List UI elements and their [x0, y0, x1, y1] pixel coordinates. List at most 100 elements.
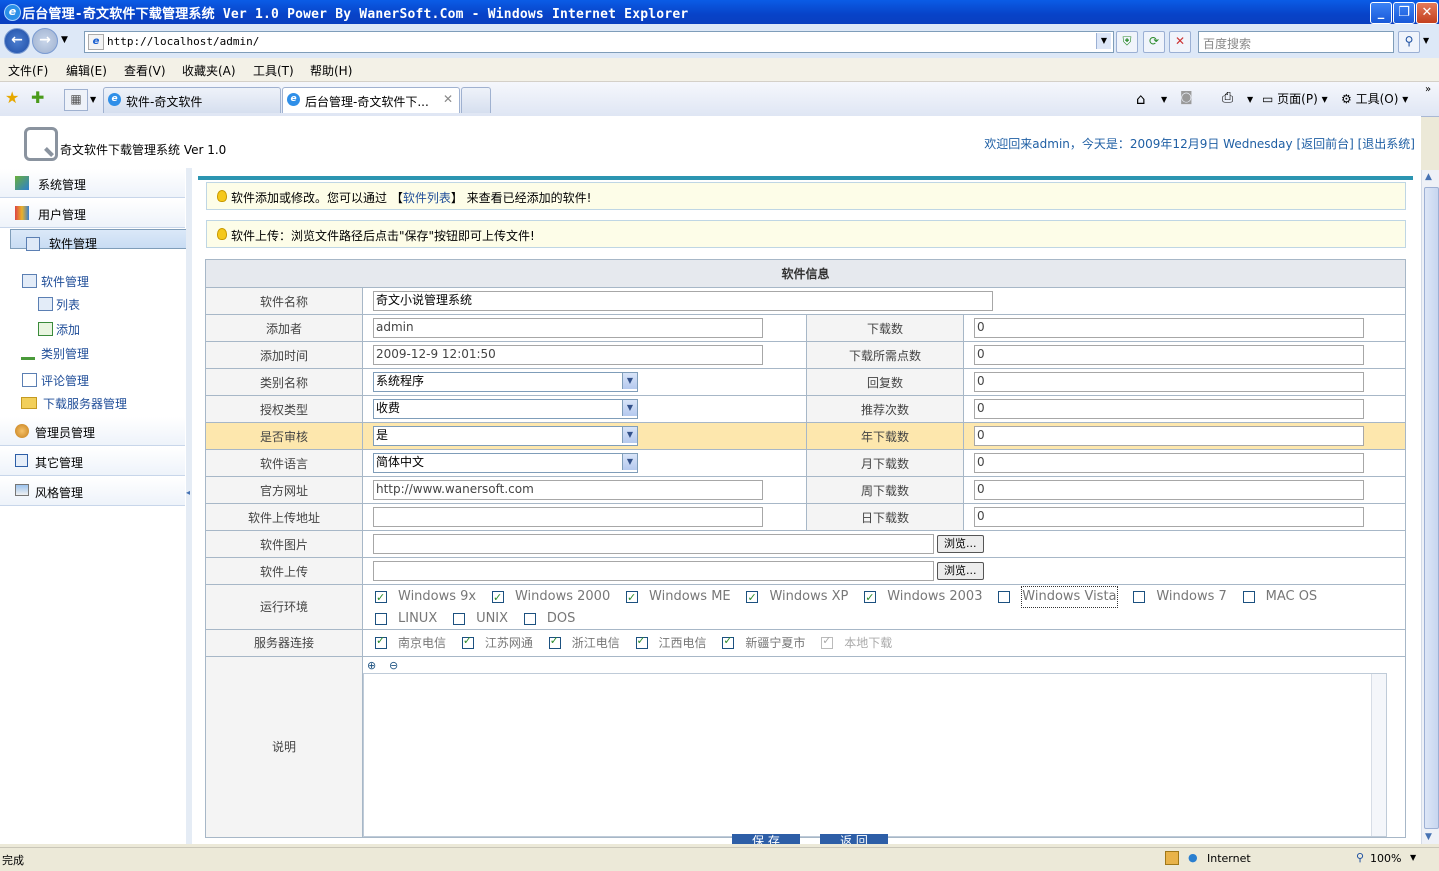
home-dropdown-icon[interactable]: ▼	[1161, 95, 1167, 104]
upload-file-input[interactable]	[373, 561, 934, 581]
menu-file[interactable]: 文件(F)	[8, 62, 48, 79]
menu-view[interactable]: 查看(V)	[124, 62, 166, 79]
upload-browse-button[interactable]: 浏览...	[937, 562, 984, 580]
name-input[interactable]: 奇文小说管理系统	[373, 291, 993, 311]
tree-category[interactable]: 类别管理	[41, 345, 89, 362]
year-downloads-input[interactable]: 0	[974, 426, 1364, 446]
favorites-star-icon[interactable]: ★	[5, 88, 19, 107]
server-checkbox-xinjiang[interactable]	[722, 634, 735, 649]
server-checkbox-nanjing[interactable]	[375, 634, 387, 649]
search-options-icon[interactable]: ▼	[1423, 36, 1429, 45]
tab-list-dropdown-icon[interactable]: ▼	[90, 95, 96, 104]
replies-input[interactable]: 0	[974, 372, 1364, 392]
site-input[interactable]: http://www.wanersoft.com	[373, 480, 763, 500]
zoom-out-icon[interactable]: ⊖	[389, 659, 398, 672]
minimize-button[interactable]: _	[1370, 2, 1392, 24]
tree-software-manage[interactable]: 软件管理	[41, 273, 89, 290]
downloads-input[interactable]: 0	[974, 318, 1364, 338]
env-checkbox-win2003[interactable]	[864, 588, 877, 608]
scroll-down-icon[interactable]: ▼	[1425, 832, 1432, 842]
server-checkbox-zhejiang[interactable]	[548, 634, 561, 649]
server-checkbox-jiangxi[interactable]	[635, 634, 648, 649]
history-dropdown-icon[interactable]: ▼	[61, 35, 68, 45]
day-downloads-input[interactable]: 0	[974, 507, 1364, 527]
back-page-button[interactable]: 返 回	[820, 834, 888, 844]
license-select[interactable]: 收费 ▼	[373, 399, 638, 419]
address-dropdown-icon[interactable]: ▼	[1096, 33, 1111, 49]
sidebar-item-style[interactable]: 风格管理	[0, 477, 185, 506]
back-button[interactable]: ←	[4, 28, 30, 54]
addtime-input[interactable]: 2009-12-9 12:01:50	[373, 345, 763, 365]
env-checkbox-vista[interactable]	[998, 591, 1011, 603]
description-textarea[interactable]	[363, 672, 1387, 837]
image-browse-button[interactable]: 浏览...	[937, 535, 984, 553]
month-downloads-input[interactable]: 0	[974, 453, 1364, 473]
tab-admin[interactable]: e 后台管理-奇文软件下... ✕	[282, 87, 460, 113]
security-icon[interactable]: ⛨	[1116, 31, 1138, 53]
env-checkbox-win9x[interactable]	[375, 588, 387, 608]
refresh-icon[interactable]: ⟳	[1143, 31, 1165, 53]
server-checkbox-jiangsu[interactable]	[461, 634, 474, 649]
scroll-up-icon[interactable]: ▲	[1425, 172, 1432, 182]
tree-download-servers[interactable]: 下载服务器管理	[43, 395, 127, 412]
week-downloads-input[interactable]: 0	[974, 480, 1364, 500]
env-checkbox-unix[interactable]	[453, 612, 466, 625]
new-tab-button[interactable]	[461, 87, 491, 113]
zoom-icon[interactable]: ⚲	[1356, 851, 1364, 864]
image-file-input[interactable]	[373, 534, 934, 554]
env-checkbox-win7[interactable]	[1133, 591, 1146, 603]
tab-software[interactable]: e 软件-奇文软件	[103, 87, 281, 113]
adder-input[interactable]: admin	[373, 318, 763, 338]
stop-icon[interactable]: ✕	[1169, 31, 1191, 53]
scroll-thumb[interactable]	[1424, 187, 1439, 829]
chevron-icon[interactable]: »	[1425, 84, 1431, 95]
search-icon[interactable]: ⚲	[1398, 31, 1420, 53]
recommend-input[interactable]: 0	[974, 399, 1364, 419]
env-checkbox-winme[interactable]	[626, 588, 639, 608]
category-select[interactable]: 系统程序 ▼	[373, 372, 638, 392]
env-checkbox-dos[interactable]	[523, 612, 536, 625]
audit-select[interactable]: 是 ▼	[373, 426, 638, 446]
zoom-in-icon[interactable]: ⊕	[367, 659, 376, 672]
welcome-text[interactable]: 欢迎回来admin，今天是：2009年12月9日 Wednesday [返回前台…	[984, 135, 1415, 152]
zoom-level[interactable]: 100%	[1370, 852, 1401, 865]
sidebar-item-other[interactable]: 其它管理	[0, 447, 185, 476]
save-button[interactable]: 保 存	[732, 834, 800, 844]
page-menu[interactable]: ▭ 页面(P) ▾	[1262, 90, 1328, 107]
window-titlebar[interactable]: e 后台管理-奇文软件下载管理系统 Ver 1.0 Power By Waner…	[0, 0, 1439, 24]
tree-comments[interactable]: 评论管理	[41, 372, 89, 389]
menu-favorites[interactable]: 收藏夹(A)	[182, 62, 236, 79]
zoom-dropdown-icon[interactable]: ▼	[1410, 853, 1416, 862]
points-input[interactable]: 0	[974, 345, 1364, 365]
maximize-button[interactable]: ❐	[1393, 2, 1415, 24]
page-scrollbar[interactable]: ▲ ▼	[1421, 170, 1439, 844]
search-input[interactable]: 百度搜索	[1198, 31, 1394, 53]
editor-scrollbar[interactable]	[1371, 673, 1386, 836]
menu-help[interactable]: 帮助(H)	[310, 62, 352, 79]
menu-tools[interactable]: 工具(T)	[253, 62, 294, 79]
sidebar-item-system[interactable]: 系统管理	[0, 169, 185, 198]
sidebar-item-admins[interactable]: 管理员管理	[0, 417, 185, 446]
sidebar-item-software[interactable]: 软件管理	[10, 229, 201, 251]
env-checkbox-winxp[interactable]	[746, 588, 759, 608]
tree-list[interactable]: 列表	[56, 296, 80, 313]
add-favorite-icon[interactable]: ✚	[31, 88, 44, 107]
feeds-icon[interactable]: ◙	[1180, 90, 1193, 105]
close-tab-icon[interactable]: ✕	[443, 92, 453, 106]
print-icon[interactable]: ⎙	[1222, 90, 1233, 106]
forward-button[interactable]: →	[32, 28, 58, 54]
sidebar-item-users[interactable]: 用户管理	[0, 199, 185, 228]
tree-add[interactable]: 添加	[56, 321, 80, 338]
print-dropdown-icon[interactable]: ▼	[1247, 95, 1253, 104]
env-checkbox-win2000[interactable]	[491, 588, 504, 608]
env-checkbox-linux[interactable]	[375, 612, 387, 625]
close-window-button[interactable]: ✕	[1416, 2, 1438, 24]
address-bar[interactable]: e http://localhost/admin/ ▼	[84, 31, 1114, 53]
language-select[interactable]: 简体中文 ▼	[373, 453, 638, 473]
quick-tabs-icon[interactable]: ▦	[64, 89, 88, 111]
tools-menu[interactable]: ⚙ 工具(O) ▾	[1341, 90, 1408, 107]
env-checkbox-macos[interactable]	[1242, 591, 1255, 603]
software-list-link[interactable]: 软件列表	[403, 191, 451, 205]
menu-edit[interactable]: 编辑(E)	[66, 62, 107, 79]
upload-url-input[interactable]	[373, 507, 763, 527]
